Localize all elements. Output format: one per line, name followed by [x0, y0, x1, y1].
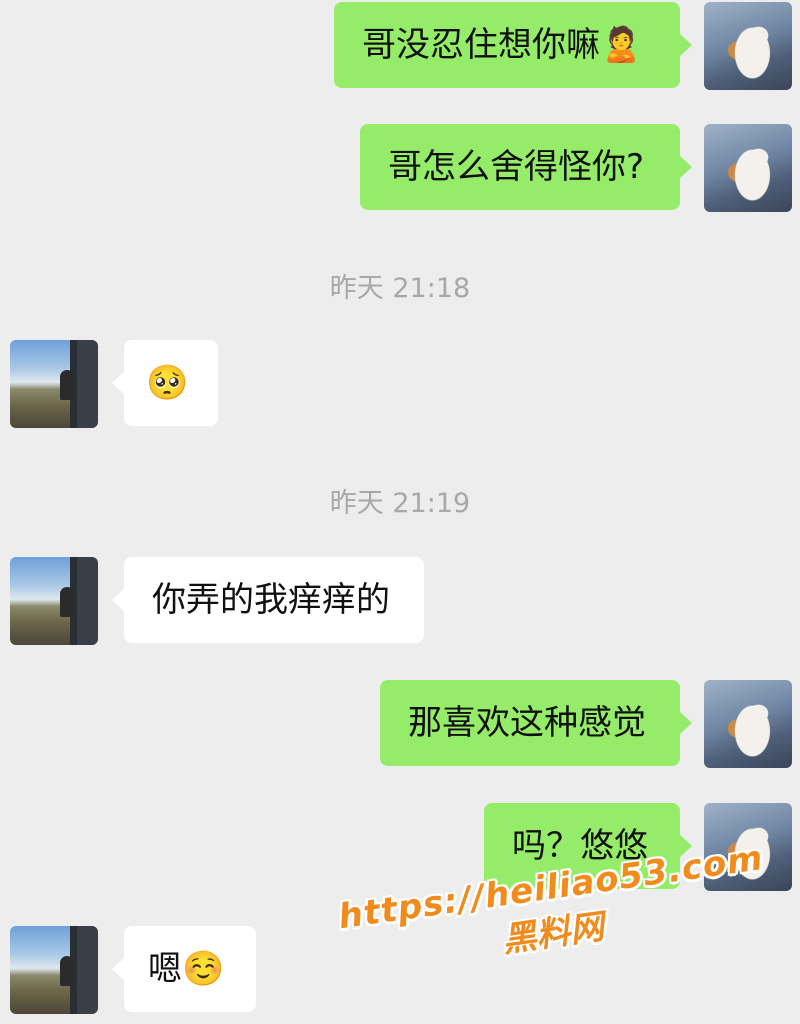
- self-avatar[interactable]: [704, 124, 792, 212]
- smiling-face-emoji-icon: ☺️: [182, 949, 225, 989]
- message-bubble-received[interactable]: 你弄的我痒痒的: [112, 557, 424, 643]
- message-text: 那喜欢这种感觉: [408, 703, 646, 743]
- message-text: 哥怎么舍得怪你?: [388, 147, 645, 187]
- message-bubble-sent[interactable]: 那喜欢这种感觉: [380, 680, 692, 766]
- message-bubble-sent[interactable]: 哥没忍住想你嘛🙎: [334, 2, 692, 88]
- pleading-face-emoji-icon: 🥺: [146, 363, 189, 403]
- message-text: 你弄的我痒痒的: [152, 580, 390, 620]
- timestamp: 昨天 21:18: [329, 273, 471, 304]
- contact-avatar[interactable]: [10, 926, 98, 1014]
- timestamp: 昨天 21:19: [329, 488, 471, 519]
- self-avatar[interactable]: [704, 680, 792, 768]
- message-bubble-received[interactable]: 嗯☺️: [112, 926, 256, 1012]
- message-text: 嗯: [148, 949, 182, 989]
- message-text: 哥没忍住想你嘛: [362, 25, 600, 65]
- contact-avatar[interactable]: [10, 557, 98, 645]
- message-bubble-sent[interactable]: 哥怎么舍得怪你?: [360, 124, 692, 210]
- message-bubble-received[interactable]: 🥺: [112, 340, 218, 426]
- contact-avatar[interactable]: [10, 340, 98, 428]
- self-avatar[interactable]: [704, 2, 792, 90]
- person-emoji-icon: 🙎: [600, 25, 643, 65]
